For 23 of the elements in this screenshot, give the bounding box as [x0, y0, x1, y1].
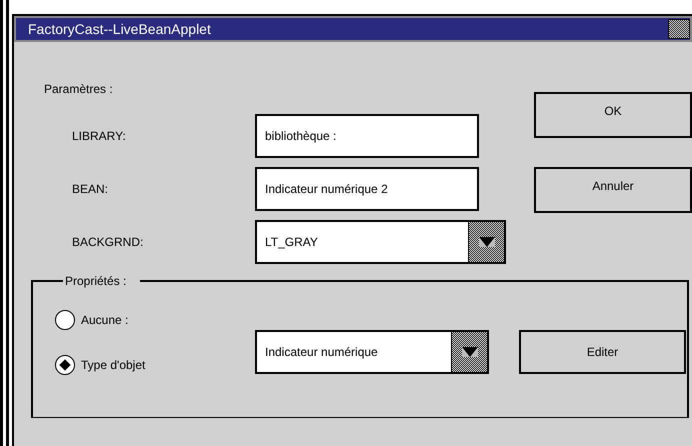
radio-label[interactable]: Aucune : — [81, 311, 128, 329]
caret-icon — [478, 237, 494, 247]
input-field[interactable]: bibliothèque : — [255, 114, 479, 158]
dropdown-arrow-button[interactable] — [468, 222, 504, 262]
dropdown-arrow-button[interactable] — [451, 332, 487, 372]
radio-button[interactable] — [55, 355, 75, 375]
radio-label[interactable]: Type d'objet — [81, 356, 146, 374]
window-title: FactoryCast--LiveBeanApplet — [28, 20, 211, 39]
section-label: Paramètres : — [44, 81, 113, 98]
input-field[interactable]: Indicateur numérique 2 — [255, 167, 479, 211]
edit-button[interactable]: Editer — [519, 330, 686, 374]
radio-button[interactable] — [55, 310, 75, 330]
dropdown[interactable]: Indicateur numérique — [255, 330, 489, 374]
dialog-button[interactable]: Annuler — [534, 167, 692, 213]
dropdown[interactable]: LT_GRAY — [255, 220, 506, 264]
dropdown-value: Indicateur numérique — [265, 344, 378, 361]
close-box[interactable] — [668, 19, 690, 39]
caret-icon — [462, 347, 478, 357]
field-label: BACKGRND: — [71, 234, 144, 251]
field-label: BEAN: — [71, 181, 110, 198]
field-label: LIBRARY: — [71, 128, 127, 145]
dropdown-value: LT_GRAY — [265, 234, 318, 251]
dialog-button[interactable]: OK — [534, 92, 692, 138]
